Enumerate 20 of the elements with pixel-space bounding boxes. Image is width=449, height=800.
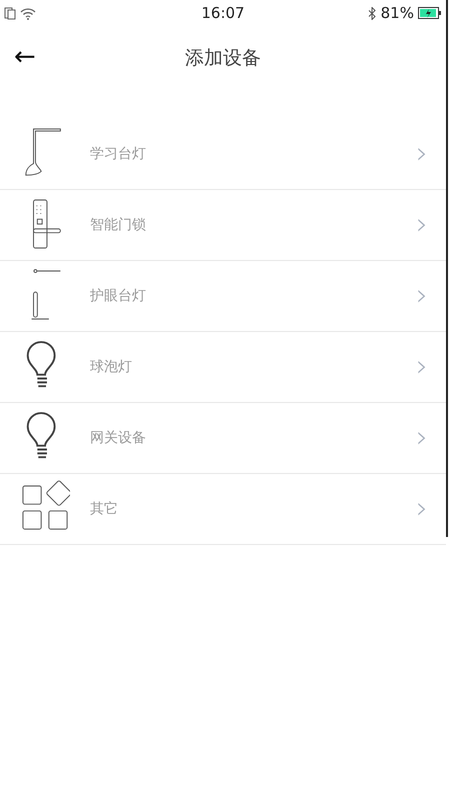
device-label: 学习台灯 xyxy=(90,144,147,164)
chevron-icon: › xyxy=(416,210,428,240)
wifi-icon xyxy=(20,6,36,20)
status-time: 16:07 xyxy=(201,2,245,24)
chevron-icon: › xyxy=(416,281,428,311)
page-title: 添加设备 xyxy=(185,46,261,71)
device-label: 智能门锁 xyxy=(90,216,147,234)
chevron-icon: › xyxy=(416,352,428,382)
battery-icon xyxy=(418,7,442,19)
chevron-icon: › xyxy=(416,139,428,169)
battery-percent: 81% xyxy=(380,2,414,24)
device-label: 球泡灯 xyxy=(90,358,133,376)
bluetooth-icon xyxy=(368,6,377,20)
device-label: 其它 xyxy=(90,500,119,518)
chevron-icon: › xyxy=(416,423,428,453)
sim-icon xyxy=(4,6,16,20)
device-label: 网关设备 xyxy=(90,428,147,448)
device-label: 护眼台灯 xyxy=(90,286,147,306)
chevron-icon: › xyxy=(416,494,428,524)
back-button[interactable]: ← xyxy=(14,44,36,70)
